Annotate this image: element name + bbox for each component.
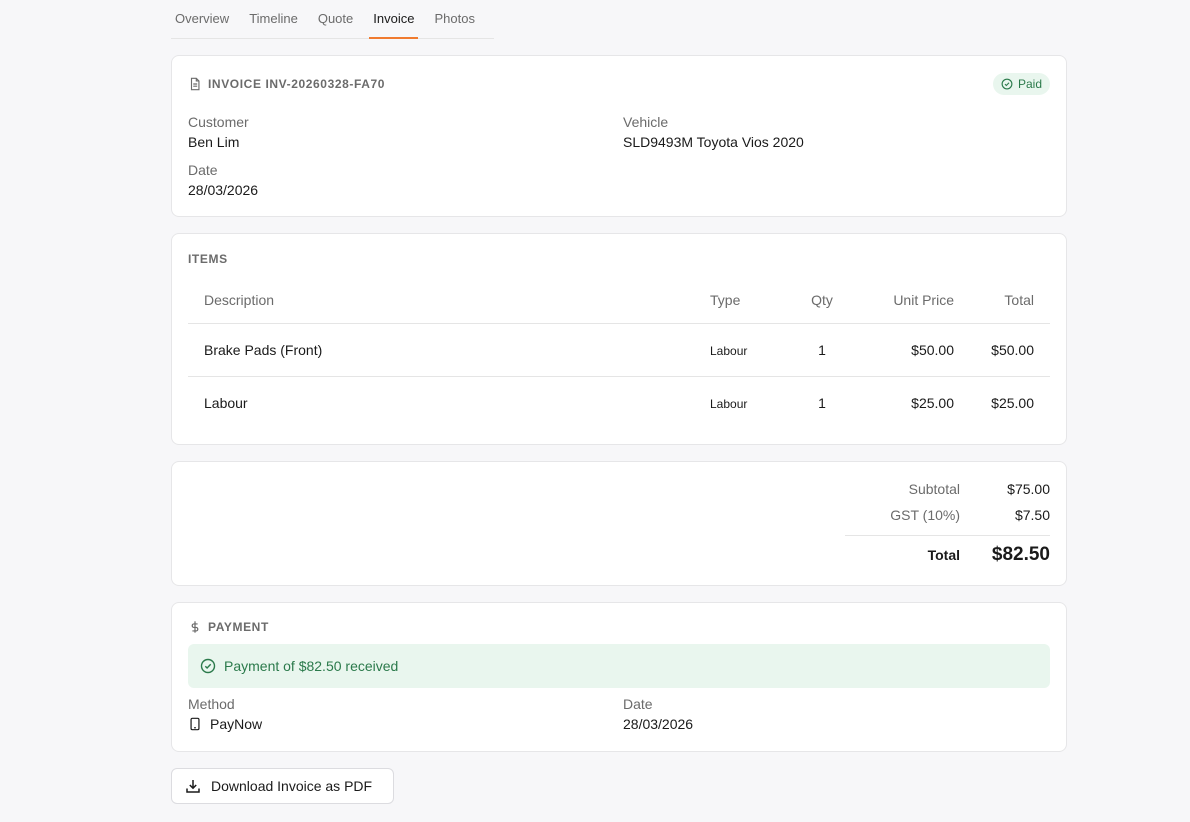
items-card: ITEMS Description Type Qty Unit Price To… [171, 233, 1067, 445]
method-field: Method PayNow [188, 696, 262, 732]
customer-value: Ben Lim [188, 134, 240, 150]
tab-timeline[interactable]: Timeline [245, 0, 302, 38]
total-label: Total [927, 547, 960, 563]
download-icon [186, 780, 200, 793]
items-header-row: Description Type Qty Unit Price Total [188, 278, 1050, 324]
item-type: Labour [710, 396, 748, 411]
header-qty: Qty [790, 278, 854, 324]
item-unit-price: $25.00 [911, 394, 954, 411]
invoice-details-card: INVOICE INV-20260328-FA70 Paid Customer … [171, 55, 1067, 217]
header-description: Description [188, 278, 710, 324]
dollar-icon [191, 621, 199, 633]
items-table: Description Type Qty Unit Price Total Br… [188, 278, 1050, 429]
method-label: Method [188, 696, 235, 712]
header-type: Type [710, 278, 790, 324]
total-row: Total $82.50 [850, 544, 1050, 566]
gst-label: GST (10%) [890, 507, 960, 523]
download-button-label: Download Invoice as PDF [211, 778, 373, 794]
gst-value: $7.50 [1014, 507, 1050, 523]
item-description: Brake Pads (Front) [188, 323, 710, 377]
tab-bar: Overview Timeline Quote Invoice Photos [171, 0, 494, 39]
customer-label: Customer [188, 114, 249, 130]
vehicle-value: SLD9493M Toyota Vios 2020 [623, 134, 804, 150]
total-value: $82.50 [991, 544, 1050, 565]
table-row: Labour Labour 1 $25.00 $25.00 [188, 376, 1050, 429]
status-badge: Paid [992, 73, 1050, 95]
totals-card: Subtotal $75.00 GST (10%) $7.50 Total $8… [171, 461, 1067, 586]
invoice-title: INVOICE INV-20260328-FA70 [188, 77, 385, 91]
header-unit-price: Unit Price [854, 278, 954, 324]
payment-banner-text: Payment of $82.50 received [224, 658, 399, 674]
totals-divider [845, 535, 1050, 536]
tab-invoice[interactable]: Invoice [369, 0, 419, 39]
tab-quote[interactable]: Quote [314, 0, 357, 38]
invoice-page: Overview Timeline Quote Invoice Photos I… [171, 0, 1067, 804]
document-icon [190, 77, 200, 91]
gst-row: GST (10%) $7.50 [850, 507, 1050, 523]
payment-received-banner: Payment of $82.50 received [188, 644, 1050, 688]
item-description: Labour [204, 394, 248, 411]
method-value-text: PayNow [210, 716, 263, 732]
date-field: Date 28/03/2026 [188, 162, 258, 198]
tab-overview[interactable]: Overview [171, 0, 233, 38]
check-circle-icon [1001, 78, 1013, 90]
smartphone-icon [190, 717, 200, 731]
item-qty: 1 [790, 323, 854, 377]
download-pdf-button[interactable]: Download Invoice as PDF [171, 768, 394, 804]
customer-field: Customer Ben Lim [188, 114, 249, 150]
payment-title-label: PAYMENT [208, 620, 269, 634]
payment-card: PAYMENT Payment of $82.50 received Metho… [171, 602, 1067, 752]
status-badge-label: Paid [1017, 77, 1042, 91]
payment-date-value: 28/03/2026 [623, 716, 694, 732]
vehicle-field: Vehicle SLD9493M Toyota Vios 2020 [623, 114, 804, 150]
item-total: $25.00 [991, 394, 1034, 411]
item-type: Labour [710, 343, 748, 358]
check-circle-icon [200, 658, 216, 674]
subtotal-label: Subtotal [908, 481, 960, 497]
header-total: Total [954, 278, 1050, 324]
vehicle-label: Vehicle [623, 114, 669, 130]
items-title: ITEMS [188, 252, 228, 266]
item-qty: 1 [818, 394, 826, 411]
item-unit-price: $50.00 [854, 323, 954, 377]
payment-date-field: Date 28/03/2026 [623, 696, 693, 732]
date-label: Date [188, 162, 218, 178]
subtotal-value: $75.00 [1007, 481, 1050, 497]
item-total: $50.00 [954, 323, 1050, 377]
subtotal-row: Subtotal $75.00 [850, 481, 1050, 497]
invoice-number: INVOICE INV-20260328-FA70 [208, 77, 386, 91]
payment-title: PAYMENT [188, 620, 269, 634]
table-row: Brake Pads (Front) Labour 1 $50.00 $50.0… [188, 323, 1050, 377]
date-value: 28/03/2026 [188, 182, 259, 198]
method-value: PayNow [188, 716, 262, 732]
payment-date-label: Date [623, 696, 653, 712]
tab-photos[interactable]: Photos [430, 0, 478, 38]
